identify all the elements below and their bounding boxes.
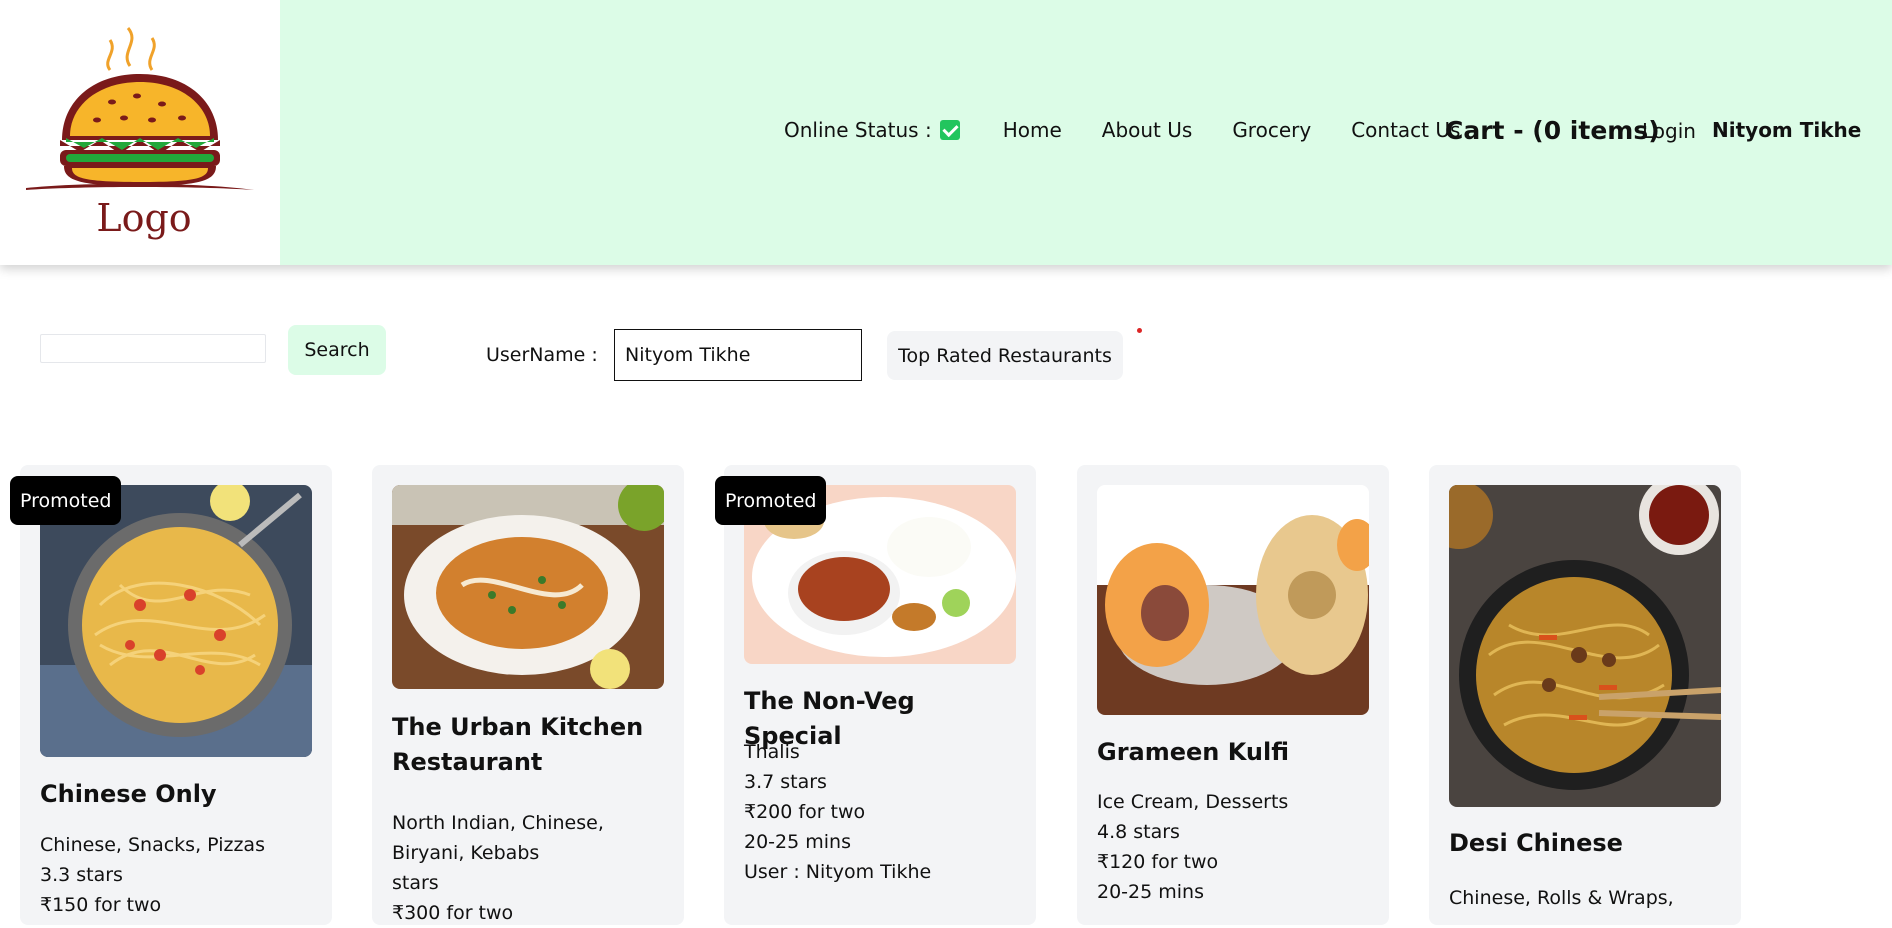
restaurant-name: Chinese Only	[40, 780, 217, 808]
restaurant-card[interactable]: Desi Chinese Chinese, Rolls & Wraps,	[1429, 465, 1741, 925]
red-dot	[1137, 328, 1142, 333]
restaurant-cost: ₹150 for two	[40, 894, 162, 916]
restaurant-rating: 3.3 stars	[40, 864, 123, 886]
restaurant-cuisines: Ice Cream, Desserts	[1097, 791, 1289, 813]
username-label: UserName :	[486, 344, 598, 366]
nav-grocery[interactable]: Grocery	[1232, 118, 1311, 142]
online-status-check-icon	[939, 120, 960, 140]
restaurant-details: Chinese, Rolls & Wraps,	[1449, 883, 1721, 913]
restaurant-card[interactable]: The Non-Veg Special Thalis 3.7 stars ₹20…	[724, 465, 1036, 925]
restaurant-details: Chinese, Snacks, Pizzas 3.3 stars ₹150 f…	[40, 830, 312, 920]
restaurant-cuisines: Thalis	[744, 741, 800, 763]
restaurant-cost: ₹120 for two	[1097, 851, 1219, 873]
nav-bar: Online Status : Home About Us Grocery Co…	[784, 114, 1500, 146]
nav-home[interactable]: Home	[1003, 118, 1062, 142]
curry-image	[392, 485, 664, 689]
search-button[interactable]: Search	[288, 325, 386, 375]
restaurant-cuisines: Chinese, Snacks, Pizzas	[40, 834, 265, 856]
restaurant-name: The Urban Kitchen Restaurant	[392, 713, 644, 776]
restaurant-rating: 4.8 stars	[1097, 821, 1180, 843]
restaurant-cuisines: North Indian, Chinese, Biryani, Kebabs	[392, 812, 604, 864]
promoted-badge: Promoted	[715, 476, 827, 525]
promoted-badge: Promoted	[10, 476, 122, 525]
restaurant-cost: ₹300 for two	[392, 902, 514, 924]
kulfi-image	[1097, 485, 1369, 715]
restaurant-details: North Indian, Chinese, Biryani, Kebabs s…	[392, 808, 664, 928]
restaurant-cuisines: Chinese, Rolls & Wraps,	[1449, 887, 1674, 909]
restaurant-user: User : Nityom Tikhe	[744, 861, 932, 883]
restaurant-details: Ice Cream, Desserts 4.8 stars ₹120 for t…	[1097, 787, 1369, 907]
search-input[interactable]	[40, 334, 266, 363]
restaurant-rating: stars	[392, 872, 439, 894]
delivery-time: 20-25 mins	[744, 831, 851, 853]
burger-logo-icon	[26, 27, 254, 190]
logged-in-user-name: Nityom Tikhe	[1712, 118, 1862, 142]
spaghetti-image	[40, 485, 312, 757]
restaurant-cost: ₹200 for two	[744, 801, 866, 823]
online-status: Online Status :	[784, 118, 960, 142]
restaurant-details: Thalis 3.7 stars ₹200 for two 20-25 mins…	[744, 737, 1016, 887]
restaurant-rating: 3.7 stars	[744, 771, 827, 793]
top-rated-restaurants-button[interactable]: Top Rated Restaurants	[887, 331, 1123, 380]
restaurant-name: Grameen Kulfi	[1097, 738, 1290, 766]
header: Logo Online Status : Home About Us Groce…	[0, 0, 1892, 265]
logo[interactable]: Logo	[0, 0, 280, 265]
restaurant-card[interactable]: Chinese Only Chinese, Snacks, Pizzas 3.3…	[20, 465, 332, 925]
restaurant-name: Desi Chinese	[1449, 829, 1623, 857]
logo-text: Logo	[96, 196, 192, 240]
delivery-time: 20-25 mins	[1097, 881, 1204, 903]
restaurant-card[interactable]: Grameen Kulfi Ice Cream, Desserts 4.8 st…	[1077, 465, 1389, 925]
noodles-image	[1449, 485, 1721, 807]
login-button[interactable]: Login	[1642, 119, 1696, 143]
username-input[interactable]	[614, 329, 862, 381]
restaurant-card[interactable]: The Urban Kitchen Restaurant North India…	[372, 465, 684, 925]
online-status-label: Online Status :	[784, 118, 932, 142]
nav-about-us[interactable]: About Us	[1102, 118, 1193, 142]
cart-link[interactable]: Cart - (0 items)	[1445, 116, 1660, 145]
